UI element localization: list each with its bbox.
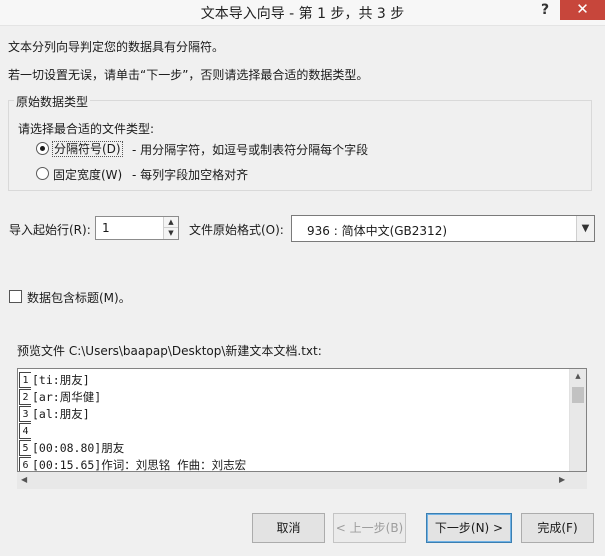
file-origin-label: 文件原始格式(O): [189,223,284,237]
finish-button[interactable]: 完成(F) [521,513,594,543]
file-origin-select[interactable]: 936 : 简体中文(GB2312) ▼ [291,215,595,242]
radio-fixed-width[interactable] [36,167,49,180]
preview-label: 预览文件 C:\Users\baapap\Desktop\新建文本文档.txt: [17,344,322,358]
preview-line: 4 [18,423,569,440]
file-type-prompt: 请选择最合适的文件类型: [18,122,155,136]
scrollbar-corner [570,472,587,489]
line-text: [ti:朋友] [32,373,90,387]
line-text: [ar:周华健] [32,390,102,404]
preview-line: 5 [00:08.80]朋友 [18,440,569,457]
close-button[interactable]: ✕ [560,0,605,20]
preview-line: 3 [al:朋友] [18,406,569,423]
back-button[interactable]: < 上一步(B) [333,513,406,543]
file-origin-value: 936 : 简体中文(GB2312) [307,224,448,238]
line-number: 6 [19,457,31,471]
radio-fixed-width-label[interactable]: 固定宽度(W) [53,166,122,183]
preview-vertical-scrollbar[interactable]: ▲ [569,369,586,471]
stepper-buttons: ▲ ▼ [163,217,178,239]
radio-delimited-label[interactable]: 分隔符号(D) [52,140,123,157]
help-button[interactable]: ? [532,0,558,22]
line-text: [al:朋友] [32,407,90,421]
start-row-label: 导入起始行(R): [9,223,91,237]
chevron-down-icon[interactable]: ▼ [576,216,594,241]
line-number: 2 [19,389,31,405]
scroll-left-icon[interactable]: ◀ [21,475,27,484]
line-number: 4 [19,423,31,439]
stepper-up-icon[interactable]: ▲ [164,217,178,228]
title-bar: 文本导入向导 - 第 1 步，共 3 步 ? ✕ [0,0,605,26]
preview-lines: 1 [ti:朋友] 2 [ar:周华健] 3 [al:朋友] 4 5 [00:08.80… [18,372,569,472]
start-row-value[interactable]: 1 [102,221,110,235]
line-text: [00:15.65]作词：刘思铭 作曲：刘志宏 [32,458,247,472]
preview-line: 1 [ti:朋友] [18,372,569,389]
line-text: [00:08.80]朋友 [32,441,125,455]
intro-line-1: 文本分列向导判定您的数据具有分隔符。 [8,40,225,54]
preview-line: 6 [00:15.65]作词：刘思铭 作曲：刘志宏 [18,457,569,472]
close-icon: ✕ [576,0,589,18]
line-number: 5 [19,440,31,456]
stepper-down-icon[interactable]: ▼ [164,228,178,239]
next-button[interactable]: 下一步(N) > [426,513,512,543]
headers-checkbox[interactable] [9,290,22,303]
line-number: 1 [19,372,31,388]
scroll-right-icon[interactable]: ▶ [559,475,565,484]
vertical-scroll-thumb[interactable] [572,387,584,403]
preview-line: 2 [ar:周华健] [18,389,569,406]
dialog-title: 文本导入向导 - 第 1 步，共 3 步 [200,6,405,22]
intro-line-2: 若一切设置无误，请单击“下一步”，否则请选择最合适的数据类型。 [8,68,369,82]
radio-delimited-description: - 用分隔字符，如逗号或制表符分隔每个字段 [132,143,369,157]
line-number: 3 [19,406,31,422]
start-row-stepper[interactable]: 1 ▲ ▼ [95,216,179,240]
radio-delimited[interactable] [36,142,49,155]
data-type-legend: 原始数据类型 [14,93,91,110]
scroll-up-icon[interactable]: ▲ [570,372,586,380]
preview-pane[interactable]: 1 [ti:朋友] 2 [ar:周华健] 3 [al:朋友] 4 5 [00:08.80… [17,368,587,472]
radio-fixed-width-description: - 每列字段加空格对齐 [132,168,249,182]
headers-checkbox-label[interactable]: 数据包含标题(M)。 [27,289,131,306]
preview-horizontal-scrollbar[interactable]: ◀ ▶ [17,472,570,489]
cancel-button[interactable]: 取消 [252,513,325,543]
